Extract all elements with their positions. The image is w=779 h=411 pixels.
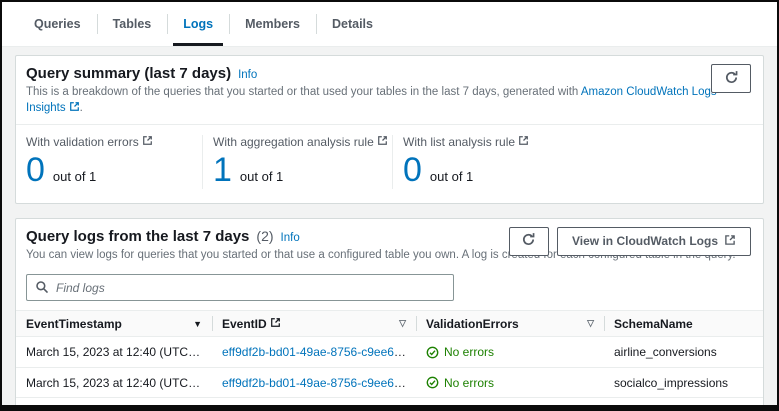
description-period: . [80,102,83,114]
tab-queries[interactable]: Queries [18,2,97,46]
query-logs-header: Query logs from the last 7 days (2) Info… [16,219,763,271]
search-icon [35,280,49,299]
tab-members[interactable]: Members [229,2,316,46]
sort-icon[interactable]: ▽ [399,318,406,329]
query-summary-panel: Query summary (last 7 days) Info This is… [15,55,764,204]
cell-validationerrors: No errors [416,376,604,390]
query-logs-title: Query logs from the last 7 days [26,228,249,245]
column-header-validationerrors[interactable]: ValidationErrors ▽ [416,311,604,336]
metric-validation-errors: With validation errors 0 out of 1 [16,135,202,189]
sort-descending-icon[interactable]: ▼ [193,319,202,329]
column-label: SchemaName [614,317,693,331]
query-logs-info-link[interactable]: Info [281,232,300,244]
cell-eventtimestamp: March 15, 2023 at 12:40 (UTC+08) [16,376,212,390]
console-page: Queries Tables Logs Members Details Quer… [0,0,779,411]
view-in-cloudwatch-button[interactable]: View in CloudWatch Logs [557,227,751,256]
table-row: March 15, 2023 at 12:40 (UTC+08) eff9df2… [16,367,763,397]
metric-aggregation-rule: With aggregation analysis rule 1 out of … [202,135,392,189]
query-logs-count: (2) [256,228,273,244]
metric-suffix: out of 1 [430,169,473,184]
external-link-icon[interactable] [377,135,388,149]
external-link-icon [270,317,281,331]
query-logs-panel: Query logs from the last 7 days (2) Info… [15,218,764,411]
column-label: EventID [222,317,267,331]
column-header-eventid[interactable]: EventID ▽ [212,311,416,336]
view-in-cloudwatch-label: View in CloudWatch Logs [572,234,718,248]
metric-label: With aggregation analysis rule [213,135,374,149]
metric-value: 0 [403,153,422,189]
external-link-icon[interactable] [518,135,529,149]
sort-icon[interactable]: ▽ [587,318,594,329]
external-link-icon [69,101,80,118]
cell-validationerrors: No errors [416,345,604,359]
cell-schemaname: socialco_impressions [604,376,763,390]
validation-status: No errors [444,376,494,390]
table-footer: View all logs in CloudWatch Logs [16,397,763,411]
column-header-eventtimestamp[interactable]: EventTimestamp ▼ [16,311,212,336]
description-text: This is a breakdown of the queries that … [26,86,578,98]
logs-table-header: EventTimestamp ▼ EventID ▽ ValidationErr… [16,310,763,337]
table-row: March 15, 2023 at 12:40 (UTC+08) eff9df2… [16,337,763,367]
metric-value: 0 [26,153,45,189]
external-link-icon [480,404,492,411]
cell-eventtimestamp: March 15, 2023 at 12:40 (UTC+08) [16,345,212,359]
cell-schemaname: airline_conversions [604,345,763,359]
find-logs-input[interactable] [26,274,454,301]
eventid-link[interactable]: eff9df2b-bd01-49ae-8756-c9ee6cbb5… [222,376,416,390]
column-label: EventTimestamp [26,317,122,331]
metric-label: With validation errors [26,135,139,149]
tab-tables[interactable]: Tables [97,2,168,46]
refresh-icon [724,70,739,88]
metric-label: With list analysis rule [403,135,515,149]
tab-bar: Queries Tables Logs Members Details [2,2,777,47]
logs-table: EventTimestamp ▼ EventID ▽ ValidationErr… [16,310,763,411]
metric-suffix: out of 1 [53,169,96,184]
refresh-summary-button[interactable] [711,64,751,93]
query-summary-description: This is a breakdown of the queries that … [26,85,753,117]
column-label: ValidationErrors [426,317,519,331]
metric-list-rule: With list analysis rule 0 out of 1 [392,135,763,189]
query-summary-info-link[interactable]: Info [238,69,257,81]
check-circle-icon [426,346,439,359]
column-header-schemaname[interactable]: SchemaName [604,311,763,336]
view-all-logs-link[interactable]: View all logs in CloudWatch Logs [287,404,493,411]
tab-details[interactable]: Details [316,2,389,46]
search-row [16,270,763,310]
metric-suffix: out of 1 [240,169,283,184]
external-link-icon[interactable] [142,135,153,149]
query-summary-header: Query summary (last 7 days) Info This is… [16,56,763,124]
validation-status: No errors [444,345,494,359]
tab-logs[interactable]: Logs [167,2,229,46]
check-circle-icon [426,376,439,389]
refresh-icon [521,232,536,250]
cell-eventid: eff9df2b-bd01-49ae-8756-c9ee6cbb5… [212,345,416,359]
refresh-logs-button[interactable] [509,227,549,256]
cell-eventid: eff9df2b-bd01-49ae-8756-c9ee6cbb5… [212,376,416,390]
summary-metrics: With validation errors 0 out of 1 With a… [16,124,763,203]
view-all-logs-label: View all logs in CloudWatch Logs [287,404,478,411]
metric-value: 1 [213,153,232,189]
query-summary-title: Query summary (last 7 days) [26,65,231,82]
external-link-icon [724,234,736,249]
eventid-link[interactable]: eff9df2b-bd01-49ae-8756-c9ee6cbb5… [222,345,416,359]
